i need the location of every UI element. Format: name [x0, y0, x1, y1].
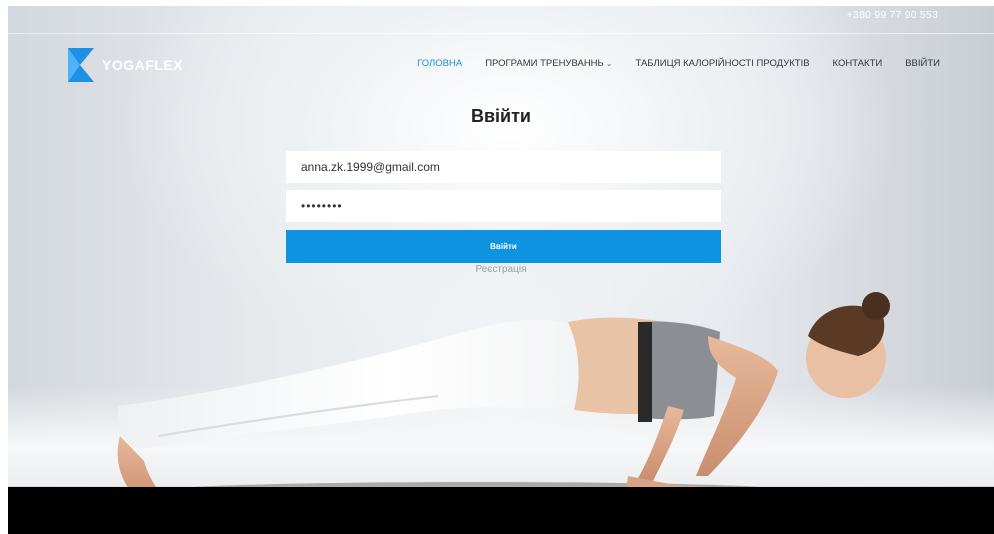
nav-contacts[interactable]: КОНТАКТИ [833, 58, 883, 69]
logo-icon [68, 48, 94, 82]
brand-name: YOGAFLEX [102, 57, 184, 73]
password-field[interactable]: •••••••• [286, 190, 721, 222]
chevron-down-icon: ⌄ [605, 59, 613, 68]
header-divider [8, 33, 994, 34]
main-nav: ГОЛОВНА ПРОГРАМИ ТРЕНУВАННЬ ⌄ ТАБЛИЦЯ КАЛ… [394, 58, 940, 69]
footer-bar [8, 487, 994, 534]
page-background: +380 99 77 90 553 YOGAFLEX ГОЛОВНА ПРОГР… [8, 6, 994, 534]
nav-programs-label: ПРОГРАМИ ТРЕНУВАННЬ [485, 58, 604, 69]
register-link[interactable]: Реєстрація [8, 264, 994, 275]
logo[interactable]: YOGAFLEX [68, 48, 183, 82]
nav-programs[interactable]: ПРОГРАМИ ТРЕНУВАННЬ ⌄ [485, 58, 612, 69]
nav-login[interactable]: ВВІЙТИ [905, 58, 940, 69]
nav-calorie-table[interactable]: ТАБЛИЦЯ КАЛОРІЙНОСТІ ПРОДУКТІВ [635, 58, 809, 69]
phone-number[interactable]: +380 99 77 90 553 [847, 9, 938, 21]
nav-home[interactable]: ГОЛОВНА [417, 58, 462, 69]
login-title: Ввійти [470, 106, 531, 126]
email-field[interactable]: anna.zk.1999@gmail.com [286, 151, 721, 183]
login-button[interactable]: Ввійти [286, 230, 721, 263]
